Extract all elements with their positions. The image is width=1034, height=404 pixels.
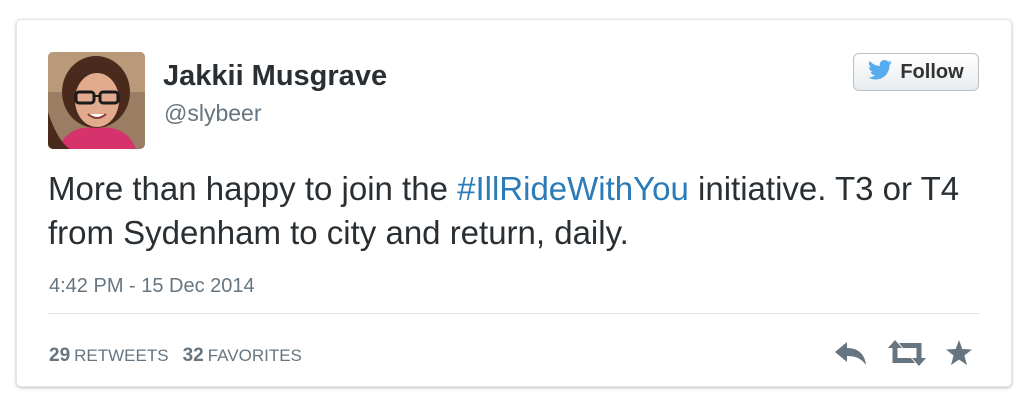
- hashtag-link[interactable]: #IllRideWithYou: [457, 170, 689, 207]
- retweets-label: RETWEETS: [74, 346, 169, 365]
- divider: [48, 313, 980, 314]
- retweet-icon[interactable]: [887, 340, 927, 366]
- tweet-card: Jakkii Musgrave @slybeer Follow More tha…: [16, 19, 1012, 387]
- user-name[interactable]: Jakkii Musgrave: [163, 60, 387, 93]
- tweet-text: More than happy to join the #IllRideWith…: [48, 167, 988, 255]
- twitter-bird-icon: [868, 59, 893, 85]
- favorites-count: 32: [182, 345, 204, 366]
- tweet-actions: [833, 340, 973, 366]
- follow-label: Follow: [900, 60, 964, 83]
- retweets-count: 29: [49, 345, 71, 366]
- favorites-label: FAVORITES: [207, 346, 302, 365]
- reply-icon[interactable]: [833, 340, 869, 366]
- favorites-stat[interactable]: 32 FAVORITES: [183, 345, 302, 367]
- retweets-stat[interactable]: 29 RETWEETS: [49, 345, 169, 367]
- timestamp[interactable]: 4:42 PM - 15 Dec 2014: [49, 275, 255, 298]
- tweet-stats: 29 RETWEETS 32 FAVORITES: [49, 345, 302, 367]
- avatar[interactable]: [48, 52, 145, 149]
- follow-button[interactable]: Follow: [853, 53, 979, 91]
- star-icon[interactable]: [945, 340, 973, 366]
- user-handle[interactable]: @slybeer: [164, 100, 262, 127]
- tweet-text-before: More than happy to join the: [48, 170, 458, 207]
